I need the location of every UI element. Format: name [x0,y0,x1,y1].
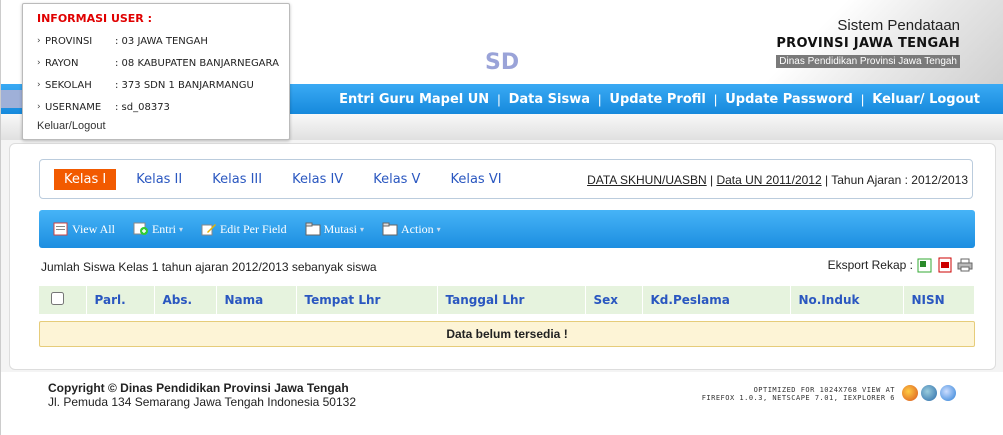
firefox-icon [902,385,918,401]
nav-data-siswa[interactable]: Data Siswa [501,92,598,107]
bullet-icon: › [37,102,41,112]
edit-per-field-button[interactable]: Edit Per Field [201,222,287,237]
page: SD Sistem Pendataan PROVINSI JAWA TENGAH… [0,0,1003,435]
link-data-un[interactable]: Data UN 2011/2012 [716,173,821,187]
user-info-value: : sd_08373 [115,101,170,113]
user-info-label: RAYON [45,57,79,69]
tab-kelas-4[interactable]: Kelas IV [282,169,353,190]
tab-kelas-1[interactable]: Kelas I [54,169,117,190]
link-data-skhun[interactable]: DATA SKHUN/UASBN [587,173,707,187]
pdf-icon[interactable] [937,257,953,273]
user-info-row: › RAYON : 08 KABUPATEN BANJARNEGARA [37,52,289,74]
print-icon[interactable] [957,257,973,273]
bullet-icon: › [37,58,41,68]
optimized-line-2: FIREFOX 1.0.3, NETSCAPE 7.01, IEXPLORER … [701,394,895,402]
netscape-icon [921,385,937,401]
add-icon [133,222,148,235]
tahun-ajaran-label: Tahun Ajaran : 2012/2013 [831,173,968,187]
user-info-title: INFORMASI USER : [37,12,153,25]
iexplorer-icon [940,385,956,401]
col-tanggal-lhr: Tanggal Lhr [437,286,586,314]
brand-block: Sistem Pendataan PROVINSI JAWA TENGAH Di… [640,16,960,68]
tab-kelas-6[interactable]: Kelas VI [440,169,511,190]
chevron-down-icon: ▾ [178,224,183,234]
eksport-rekap: Eksport Rekap : [828,257,973,273]
entri-button[interactable]: Entri ▾ [133,222,183,237]
view-all-button[interactable]: View All [53,222,115,237]
footer: Copyright © Dinas Pendidikan Provinsi Ja… [1,372,1003,435]
user-info-panel: INFORMASI USER : › PROVINSI : 03 JAWA TE… [22,3,290,140]
footer-optimized-note: OPTIMIZED FOR 1024X768 VIEW AT FIREFOX 1… [651,386,895,402]
entri-label: Entri [151,221,176,236]
optimized-line-1: OPTIMIZED FOR 1024X768 VIEW AT [753,386,895,394]
user-info-row: › SEKOLAH : 373 SDN 1 BANJARMANGU [37,74,289,96]
mutasi-button[interactable]: Mutasi ▾ [305,222,364,237]
chevron-down-icon: ▾ [436,224,441,234]
empty-data-message: Data belum tersedia ! [39,321,975,347]
table-header-row: Parl. Abs. Nama Tempat Lhr Tanggal Lhr S… [39,286,975,314]
footer-copyright-block: Copyright © Dinas Pendidikan Provinsi Ja… [48,381,356,409]
col-no-induk: No.Induk [790,286,904,314]
select-all-header [39,286,87,314]
col-parl: Parl. [86,286,155,314]
footer-copyright: Copyright © Dinas Pendidikan Provinsi Ja… [48,381,349,395]
col-nisn: NISN [903,286,975,314]
top-nav-menu: Entri Guru Mapel UN | Data Siswa | Updat… [331,84,988,114]
nav-logout[interactable]: Keluar/ Logout [864,92,988,107]
action-toolbar: View All Entri ▾ Edit Per Field Mutasi ▾… [39,210,975,248]
user-info-label: USERNAME [45,101,102,113]
user-logout-link[interactable]: Keluar/Logout [37,120,289,132]
edit-per-field-label: Edit Per Field [219,221,287,236]
action-label: Action [401,221,434,236]
chevron-down-icon: ▾ [359,224,364,234]
user-info-row: › USERNAME : sd_08373 [37,96,289,118]
edit-icon [201,224,216,236]
mutasi-label: Mutasi [323,221,357,236]
user-info-label: SEKOLAH [45,79,92,91]
select-all-checkbox[interactable] [51,292,64,305]
student-count-text: Jumlah Siswa Kelas 1 tahun ajaran 2012/2… [41,260,377,274]
tab-links: DATA SKHUN/UASBN | Data UN 2011/2012 | T… [587,173,968,187]
brand-province: PROVINSI JAWA TENGAH [776,36,960,51]
main-panel: Kelas I Kelas II Kelas III Kelas IV Kela… [9,143,996,370]
bullet-icon: › [37,36,41,46]
folder-icon [382,222,398,236]
nav-strip [1,90,23,108]
col-tempat-lhr: Tempat Lhr [296,286,438,314]
brand-title: Sistem Pendataan [837,17,960,34]
logo-sd: SD [485,50,520,75]
user-info-value: : 373 SDN 1 BANJARMANGU [115,79,254,91]
user-info-value: : 08 KABUPATEN BANJARNEGARA [115,57,279,69]
col-kd-peslama: Kd.Peslama [642,286,791,314]
tab-kelas-2[interactable]: Kelas II [126,169,192,190]
excel-icon[interactable] [917,257,933,273]
bullet-icon: › [37,80,41,90]
nav-update-password[interactable]: Update Password [717,92,861,107]
brand-dinas: Dinas Pendidikan Provinsi Jawa Tengah [776,55,960,68]
tab-kelas-3[interactable]: Kelas III [202,169,272,190]
class-tab-bar: Kelas I Kelas II Kelas III Kelas IV Kela… [39,159,973,199]
col-sex: Sex [585,286,643,314]
nav-entri-guru-mapel-un[interactable]: Entri Guru Mapel UN [331,92,497,107]
action-button[interactable]: Action ▾ [382,222,441,237]
nav-update-profil[interactable]: Update Profil [601,92,713,107]
user-info-row: › PROVINSI : 03 JAWA TENGAH [37,30,289,52]
view-all-label: View All [72,221,115,236]
user-info-value: : 03 JAWA TENGAH [115,35,208,47]
col-nama: Nama [216,286,297,314]
browser-icons [899,385,956,401]
eksport-label: Eksport Rekap : [827,258,913,272]
col-abs: Abs. [154,286,217,314]
tab-kelas-5[interactable]: Kelas V [363,169,430,190]
class-tabs: Kelas I Kelas II Kelas III Kelas IV Kela… [54,169,522,190]
footer-address: Jl. Pemuda 134 Semarang Jawa Tengah Indo… [48,395,356,409]
document-icon [53,222,68,236]
folder-icon [305,222,321,236]
user-info-label: PROVINSI [45,35,93,47]
student-table: Parl. Abs. Nama Tempat Lhr Tanggal Lhr S… [39,286,975,314]
